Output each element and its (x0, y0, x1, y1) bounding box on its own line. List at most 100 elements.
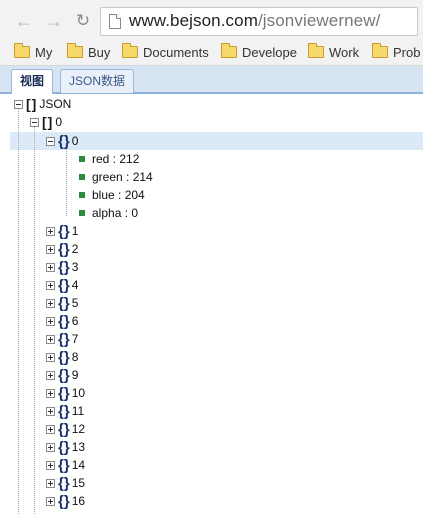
plus-box-icon[interactable] (46, 424, 55, 434)
node-label: 7 (71, 332, 79, 346)
object-brace-icon: {} (58, 276, 70, 294)
tree-node-object[interactable]: {} 4 (46, 276, 78, 294)
object-brace-icon: {} (58, 294, 70, 312)
tree-leaf[interactable]: red : 212 (79, 150, 139, 168)
folder-icon (122, 43, 138, 58)
tree-node-object[interactable]: {} 14 (46, 456, 85, 474)
array-bracket-icon: [] (42, 114, 54, 130)
tree-node-object[interactable]: {} 5 (46, 294, 78, 312)
bookmark-label: Prob (393, 44, 421, 60)
plus-box-icon[interactable] (46, 442, 55, 452)
folder-icon (372, 43, 388, 58)
bookmark-label: Work (329, 44, 360, 60)
tab-view[interactable]: 视图 (11, 69, 54, 94)
tree-node-object[interactable]: {} 13 (46, 438, 85, 456)
minus-box-icon[interactable] (14, 99, 23, 109)
node-label: 5 (71, 296, 79, 310)
plus-box-icon[interactable] (46, 388, 55, 398)
tree-node-object[interactable]: {} 9 (46, 366, 78, 384)
node-label: 12 (71, 422, 86, 436)
tree-node-object[interactable]: {} 15 (46, 474, 85, 492)
object-brace-icon: {} (58, 456, 70, 474)
tree-node-array[interactable]: [] 0 (30, 113, 62, 131)
minus-box-icon[interactable] (46, 136, 55, 146)
tree-node-object[interactable]: {} 2 (46, 240, 78, 258)
plus-box-icon[interactable] (46, 316, 55, 326)
object-brace-icon: {} (58, 222, 70, 240)
leaf-label: red : 212 (92, 152, 140, 166)
leaf-label: alpha : 0 (92, 206, 139, 220)
tree-node-object[interactable]: {} 11 (46, 402, 84, 420)
object-brace-icon: {} (58, 240, 70, 258)
url-host: www.bejson.com (129, 11, 258, 30)
tree-leaf[interactable]: alpha : 0 (79, 204, 138, 222)
plus-box-icon[interactable] (46, 334, 55, 344)
node-label: 1 (71, 224, 79, 238)
object-brace-icon: {} (58, 132, 70, 150)
node-label: JSON (39, 97, 72, 111)
forward-arrow-icon[interactable]: → (44, 11, 64, 31)
node-label: 9 (71, 368, 79, 382)
bookmark-buy[interactable]: Buy (67, 43, 110, 61)
address-bar[interactable]: www.bejson.com/jsonviewernew/ (100, 7, 418, 36)
folder-icon (14, 43, 30, 58)
object-brace-icon: {} (58, 330, 70, 348)
plus-box-icon[interactable] (46, 460, 55, 470)
bookmark-my[interactable]: My (14, 43, 52, 61)
tree-leaf[interactable]: green : 214 (79, 168, 153, 186)
plus-box-icon[interactable] (46, 298, 55, 308)
folder-icon (67, 43, 83, 58)
green-square-icon (79, 192, 85, 198)
back-arrow-icon[interactable]: ← (14, 11, 34, 31)
tree-node-object[interactable]: {} 7 (46, 330, 78, 348)
page-icon (109, 14, 121, 29)
node-label: 2 (71, 242, 79, 256)
tree-guide-line (18, 108, 19, 514)
node-label: 4 (71, 278, 79, 292)
green-square-icon (79, 156, 85, 162)
tree-leaf[interactable]: blue : 204 (79, 186, 145, 204)
bookmark-work[interactable]: Work (308, 43, 359, 61)
tree-node-object[interactable]: {} 10 (46, 384, 85, 402)
tree-node-object[interactable]: {} 12 (46, 420, 85, 438)
browser-toolbar: ← → ↻ www.bejson.com/jsonviewernew/ My B… (0, 0, 423, 66)
url-text[interactable]: www.bejson.com/jsonviewernew/ (129, 11, 380, 31)
tree-node-object[interactable]: {} 16 (46, 492, 85, 510)
tree-node-object[interactable]: {} 8 (46, 348, 78, 366)
minus-box-icon[interactable] (30, 117, 39, 127)
plus-box-icon[interactable] (46, 352, 55, 362)
node-label: 0 (55, 115, 63, 129)
node-label: 13 (71, 440, 86, 454)
bookmark-prob[interactable]: Prob (372, 43, 420, 61)
node-label: 16 (71, 494, 86, 508)
tree-node-object[interactable]: {} 3 (46, 258, 78, 276)
array-bracket-icon: [] (26, 96, 38, 112)
bookmark-develope[interactable]: Develope (221, 43, 297, 61)
tree-guide-line (66, 144, 67, 216)
tab-json-data[interactable]: JSON数据 (60, 69, 135, 93)
plus-box-icon[interactable] (46, 406, 55, 416)
tree-node-object[interactable]: {} 6 (46, 312, 78, 330)
plus-box-icon[interactable] (46, 280, 55, 290)
bookmark-label: Buy (88, 44, 111, 60)
reload-icon[interactable]: ↻ (73, 11, 93, 31)
node-label: 0 (71, 134, 79, 148)
tree-node-root[interactable]: [] JSON (14, 95, 71, 113)
object-brace-icon: {} (58, 348, 70, 366)
object-brace-icon: {} (58, 438, 70, 456)
plus-box-icon[interactable] (46, 244, 55, 254)
url-path: /jsonviewernew/ (257, 11, 381, 30)
node-label: 3 (71, 260, 79, 274)
plus-box-icon[interactable] (46, 226, 55, 236)
object-brace-icon: {} (58, 384, 70, 402)
plus-box-icon[interactable] (46, 478, 55, 488)
bookmark-documents[interactable]: Documents (122, 43, 209, 61)
tree-node-object[interactable]: {} 0 (46, 132, 78, 150)
node-label: 15 (71, 476, 86, 490)
plus-box-icon[interactable] (46, 496, 55, 506)
plus-box-icon[interactable] (46, 262, 55, 272)
plus-box-icon[interactable] (46, 370, 55, 380)
tree-node-object[interactable]: {} 1 (46, 222, 78, 240)
node-label: 14 (71, 458, 86, 472)
bookmark-label: Documents (143, 44, 209, 60)
